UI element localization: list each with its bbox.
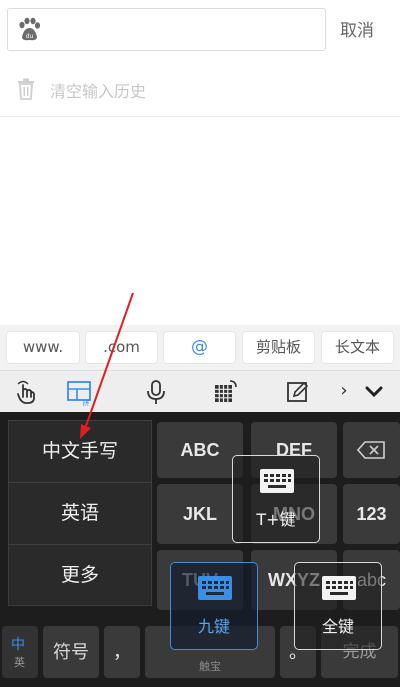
key-abc[interactable]: ABC xyxy=(157,422,243,478)
key-symbol[interactable]: 符号 xyxy=(43,626,99,678)
key-lang-switch[interactable]: 中 英 xyxy=(2,626,38,678)
layout-option-nine-key[interactable]: 九键 xyxy=(170,562,258,650)
key-jkl[interactable]: JKL xyxy=(157,484,243,544)
svg-text:du: du xyxy=(26,33,34,40)
search-bar: du 取消 xyxy=(0,0,400,58)
backspace-icon xyxy=(357,441,385,459)
layout-option-full-key[interactable]: 全键 xyxy=(294,562,382,650)
key-backspace[interactable] xyxy=(343,422,400,478)
clear-history-row[interactable]: 清空输入历史 xyxy=(0,68,400,112)
arrow-right-icon[interactable]: › xyxy=(330,380,358,408)
menu-item-more[interactable]: 更多 xyxy=(9,545,151,606)
layout-option-label: 全键 xyxy=(321,617,354,636)
collapse-icon[interactable] xyxy=(360,378,388,406)
lang-en-label: 英 xyxy=(14,657,25,669)
layout-icon[interactable]: 拼 xyxy=(66,378,94,406)
layout-option-label: 九键 xyxy=(197,617,230,636)
baidu-paw-icon: du xyxy=(19,17,41,41)
gesture-icon[interactable] xyxy=(12,378,40,406)
mic-icon[interactable] xyxy=(142,378,170,406)
quick-input-bar: www. .com @ 剪贴板 长文本 xyxy=(0,325,400,370)
quick-key-clipboard[interactable]: 剪贴板 xyxy=(243,332,314,363)
layout-option-t-plus[interactable]: T+键 xyxy=(232,455,320,543)
input-mode-menu: 中文手写 英语 更多 xyxy=(8,420,152,606)
keyboard-icon xyxy=(260,469,294,493)
keyboard-icon xyxy=(198,576,232,600)
menu-item-handwriting[interactable]: 中文手写 xyxy=(9,421,151,482)
key-123[interactable]: 123 xyxy=(343,484,400,544)
screen: du 取消 清空输入历史 www. .com @ 剪贴板 长文本 拼 › ABC… xyxy=(0,0,400,687)
svg-text:拼: 拼 xyxy=(83,398,90,406)
divider xyxy=(0,116,400,117)
menu-item-english[interactable]: 英语 xyxy=(9,483,151,544)
clear-history-label: 清空输入历史 xyxy=(50,82,147,101)
keyboard-icon xyxy=(322,576,356,600)
edit-icon[interactable] xyxy=(284,378,312,406)
quick-key-long-text[interactable]: 长文本 xyxy=(322,332,393,363)
trash-icon xyxy=(18,78,34,100)
layout-option-label: T+键 xyxy=(256,510,296,529)
quick-key-www[interactable]: www. xyxy=(7,332,79,363)
key-comma[interactable]: ， xyxy=(104,626,140,678)
quick-key-com[interactable]: .com xyxy=(86,332,157,363)
space-brand-label: 触宝 xyxy=(199,661,221,673)
cancel-button[interactable]: 取消 xyxy=(340,16,374,41)
keyboard-toolbar: 拼 › xyxy=(0,370,400,412)
grid-icon[interactable] xyxy=(211,378,239,406)
search-input[interactable] xyxy=(7,8,326,51)
lang-cn-label: 中 xyxy=(11,636,25,652)
quick-key-at[interactable]: @ xyxy=(164,332,235,363)
